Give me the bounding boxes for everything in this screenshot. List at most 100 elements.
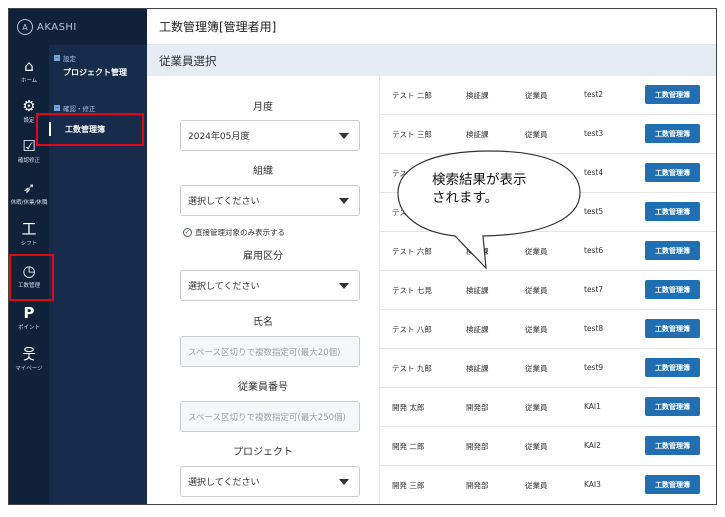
employee-name: テスト 四郎: [392, 169, 432, 178]
employee-dept: 検証課: [466, 364, 489, 373]
rail-item-settings[interactable]: ⚙ 設定: [9, 91, 49, 131]
caret-down-icon: [339, 133, 349, 139]
month-select[interactable]: 2024年05月度: [180, 120, 360, 151]
employee-type: 従業員: [525, 403, 548, 412]
active-indicator: [49, 122, 51, 136]
brand-header[interactable]: A AKASHI: [9, 9, 147, 45]
rail-item-home[interactable]: ⌂ ホーム: [9, 51, 49, 91]
rail-label-mypage: マイページ: [15, 366, 43, 372]
submenu-item-project-management[interactable]: プロジェクト管理: [63, 67, 127, 78]
rail-item-review[interactable]: ☑ 確認修正: [9, 131, 49, 171]
rail-label-leave: 休暇/休業/休職: [10, 200, 48, 206]
empno-input[interactable]: スペース区切りで複数指定可(最大250個): [180, 401, 360, 432]
submenu-section-review[interactable]: − 確認・修正: [54, 103, 96, 113]
open-workhours-book-button[interactable]: 工数管理簿: [645, 241, 700, 260]
open-workhours-book-button[interactable]: 工数管理簿: [645, 163, 700, 182]
employee-name: テスト 五郎: [392, 208, 432, 217]
open-workhours-book-button[interactable]: 工数管理簿: [645, 280, 700, 299]
employee-dept: 開発部: [466, 403, 489, 412]
table-row: テスト 三郎 検証課 従業員 test3 工数管理簿: [380, 115, 716, 154]
open-workhours-book-button[interactable]: 工数管理簿: [645, 202, 700, 221]
employee-name: テスト 三郎: [392, 130, 432, 139]
results-list: テスト 二郎 検証課 従業員 test2 工数管理簿 テスト 三郎 検証課 従業員 test3 工…: [379, 76, 716, 504]
employee-id: KAI1: [584, 402, 601, 411]
employee-id: test3: [584, 129, 604, 138]
table-row: テスト 七見 検証課 従業員 test7 工数管理簿: [380, 271, 716, 310]
employee-dept: 検証課: [466, 169, 489, 178]
submenu-section-settings-label: 設定: [63, 55, 76, 63]
employee-name: テスト 八郎: [392, 325, 432, 334]
rail-label-home: ホーム: [20, 78, 38, 84]
submenu-section-settings[interactable]: − 設定: [54, 53, 76, 63]
project-select[interactable]: 選択してください: [180, 466, 360, 497]
employee-dept: 検証課: [466, 247, 489, 256]
employee-dept: 検証課: [466, 91, 489, 100]
table-row: 開発 二郎 開発部 従業員 KAI2 工数管理簿: [380, 427, 716, 466]
rail-label-review: 確認修正: [17, 158, 40, 164]
month-label: 月度: [253, 102, 273, 113]
checkmark-icon: ✓: [183, 228, 192, 237]
employee-name: 開発 太郎: [392, 403, 425, 412]
org-select-value: 選択してください: [188, 197, 260, 207]
employee-id: test2: [584, 90, 604, 99]
employee-dept: 検証課: [466, 130, 489, 139]
employment-select[interactable]: 選択してください: [180, 270, 360, 301]
filter-panel: 月度 2024年05月度 組織 選択してください ✓ 直接管理対象のみ表示する …: [147, 76, 379, 504]
org-label: 組織: [253, 166, 273, 177]
employee-name: 開発 二郎: [392, 442, 425, 451]
rail-item-shift[interactable]: 工 シフト: [9, 214, 49, 254]
table-row: テスト 六郎 検証課 従業員 test6 工数管理簿: [380, 232, 716, 271]
rail-item-mypage[interactable]: 웃 マイページ: [9, 339, 49, 379]
clipboard-check-icon: ☑: [22, 137, 36, 155]
employee-id: test7: [584, 285, 604, 294]
org-select[interactable]: 選択してください: [180, 185, 360, 216]
rail-item-workhours[interactable]: ◷ 工数管理: [9, 256, 49, 296]
akashi-logo-icon: A: [17, 19, 33, 35]
employee-name: テスト 九郎: [392, 364, 432, 373]
table-row: テスト 二郎 検証課 従業員 test2 工数管理簿: [380, 76, 716, 115]
employee-name: テスト 六郎: [392, 247, 432, 256]
rail-item-points[interactable]: P ポイント: [9, 298, 49, 338]
employee-id: KAI3: [584, 480, 601, 489]
empno-label: 従業員番号: [238, 382, 288, 393]
sub-menu: − 設定 プロジェクト管理 − 確認・修正 工数管理簿: [49, 45, 147, 504]
caret-down-icon: [339, 479, 349, 485]
open-workhours-book-button[interactable]: 工数管理簿: [645, 397, 700, 416]
open-workhours-book-button[interactable]: 工数管理簿: [645, 436, 700, 455]
employee-type: 従業員: [525, 286, 548, 295]
employee-type: 従業員: [525, 130, 548, 139]
direct-manage-checkbox[interactable]: ✓ 直接管理対象のみ表示する: [183, 227, 285, 238]
clock-icon: ◷: [22, 262, 36, 280]
employee-id: test6: [584, 246, 604, 255]
open-workhours-book-button[interactable]: 工数管理簿: [645, 85, 700, 104]
employee-dept: 開発部: [466, 442, 489, 451]
employee-dept: 開発部: [466, 481, 489, 490]
employee-id: test5: [584, 207, 604, 216]
employee-name: 開発 三郎: [392, 481, 425, 490]
employee-type: 従業員: [525, 481, 548, 490]
open-workhours-book-button[interactable]: 工数管理簿: [645, 319, 700, 338]
submenu-item-workhours-book[interactable]: 工数管理簿: [65, 124, 105, 135]
open-workhours-book-button[interactable]: 工数管理簿: [645, 475, 700, 494]
employment-select-value: 選択してください: [188, 282, 260, 292]
table-row: 開発 太郎 開発部 従業員 KAI1 工数管理簿: [380, 388, 716, 427]
person-icon: 웃: [22, 345, 36, 363]
open-workhours-book-button[interactable]: 工数管理簿: [645, 124, 700, 143]
rail-label-settings: 設定: [23, 118, 35, 124]
employee-id: KAI2: [584, 441, 601, 450]
brand-name: AKASHI: [37, 21, 77, 33]
employee-dept: 検証課: [466, 325, 489, 334]
send-icon: ➶: [22, 179, 36, 197]
open-workhours-book-button[interactable]: 工数管理簿: [645, 358, 700, 377]
table-row: テスト 五郎 検証課 従業員 test5 工数管理簿: [380, 193, 716, 232]
rail-label-workhours: 工数管理: [17, 283, 40, 289]
table-row: テスト 八郎 検証課 従業員 test8 工数管理簿: [380, 310, 716, 349]
point-icon: P: [23, 304, 35, 322]
employee-id: test4: [584, 168, 604, 177]
month-select-value: 2024年05月度: [188, 132, 250, 142]
employee-name: テスト 二郎: [392, 91, 432, 100]
name-input[interactable]: スペース区切りで複数指定可(最大20個): [180, 336, 360, 367]
rail-item-leave[interactable]: ➶ 休暇/休業/休職: [9, 173, 49, 213]
employment-label: 雇用区分: [243, 251, 283, 262]
submenu-section-review-label: 確認・修正: [63, 105, 96, 113]
